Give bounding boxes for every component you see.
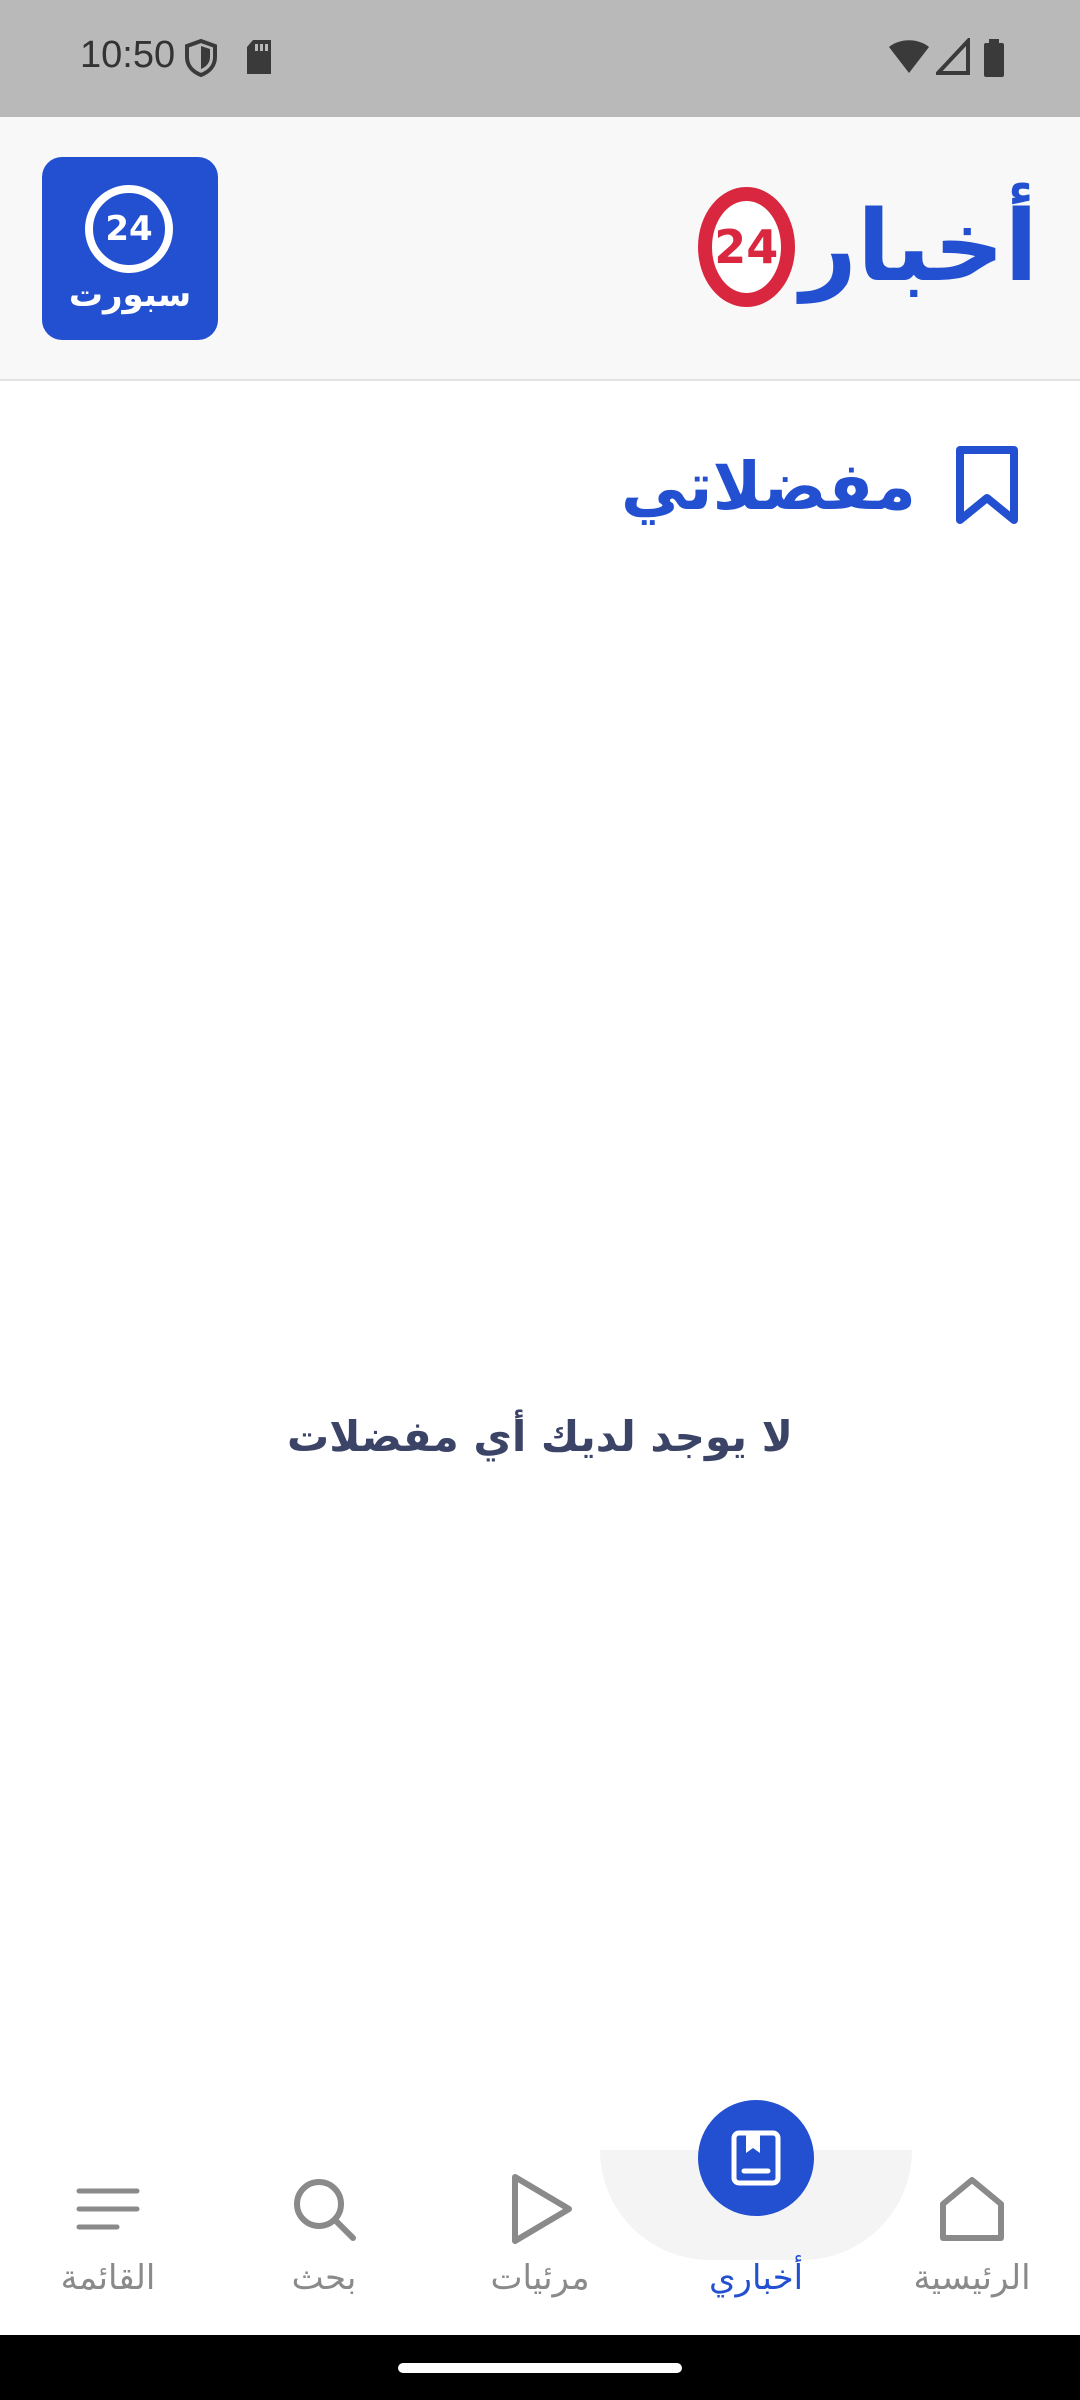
system-gesture-area [0,2335,1080,2400]
sport-badge-label: سبورت [68,275,192,315]
nav-item-home[interactable]: الرئيسية [864,2150,1080,2335]
nav-item-menu[interactable]: القائمة [0,2150,216,2335]
sport-badge-number: 24 [85,185,173,273]
nav-item-videos[interactable]: مرئيات [432,2150,648,2335]
app-header: 24 سبورت أخبار 24 [0,117,1080,381]
brand-logo[interactable]: أخبار 24 [698,167,1038,327]
bottom-nav: القائمة بحث مرئيات أخباري الرئيسية [0,2150,1080,2335]
bookmark-book-icon [731,2130,781,2186]
cellular-signal-icon [936,38,970,75]
status-bar: 10:50 [0,0,1080,117]
page-title-row: مفضلاتي [621,436,1020,536]
sd-card-icon [247,40,271,74]
home-icon [940,2177,1004,2241]
empty-state-message: لا يوجد لديك أي مفضلات [287,1412,793,1461]
shield-icon [185,38,217,78]
nav-label-menu: القائمة [60,2258,156,2298]
status-time: 10:50 [80,34,176,76]
page-title: مفضلاتي [620,447,916,525]
play-icon [512,2174,572,2244]
nav-item-search[interactable]: بحث [216,2150,432,2335]
sport-badge-button[interactable]: 24 سبورت [42,157,218,340]
bookmark-icon [956,446,1018,524]
nav-label-my-news: أخباري [708,2258,804,2298]
nav-label-videos: مرئيات [490,2258,590,2298]
brand-name: أخبار [800,190,1038,304]
nav-label-home: الرئيسية [913,2258,1031,2298]
search-icon [294,2179,356,2241]
battery-icon [984,39,1004,77]
gesture-handle[interactable] [398,2363,682,2373]
brand-number: 24 [698,187,795,307]
nav-label-search: بحث [291,2258,357,2298]
wifi-icon [889,40,929,73]
my-news-active-button[interactable] [698,2100,814,2216]
menu-icon [76,2188,140,2230]
